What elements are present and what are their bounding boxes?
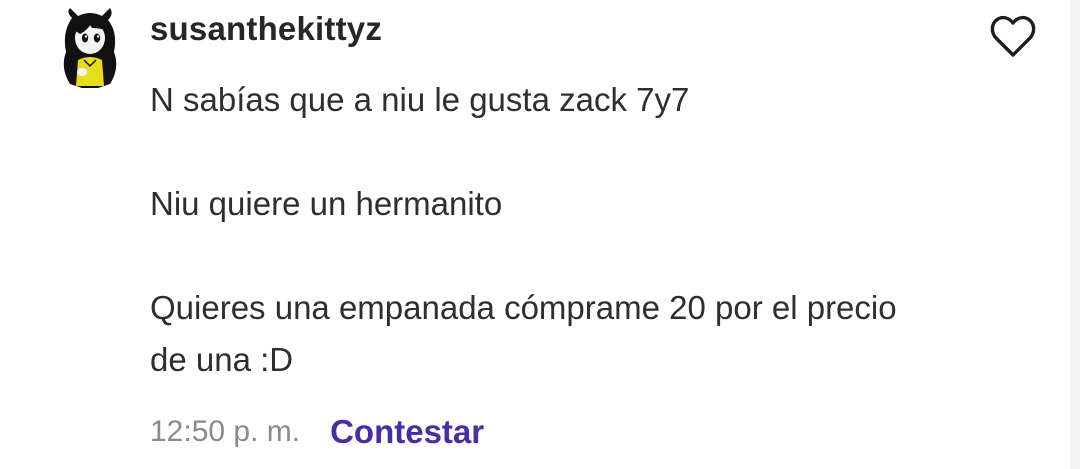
comment-meta: 12:50 p. m. Contestar <box>150 410 484 454</box>
reply-button[interactable]: Contestar <box>330 413 484 451</box>
heart-outline-icon <box>990 15 1036 57</box>
cartoon-cat-avatar-icon <box>63 8 117 88</box>
like-button[interactable] <box>988 14 1038 60</box>
username[interactable]: susanthekittyz <box>150 10 382 48</box>
comment-paragraph: Quieres una empanada cómprame 20 por el … <box>150 289 906 378</box>
timestamp: 12:50 p. m. <box>150 415 301 448</box>
avatar[interactable] <box>58 8 122 90</box>
scrollbar[interactable] <box>1070 0 1080 469</box>
comment-item: susanthekittyz N sabías que a niu le gus… <box>0 0 1080 469</box>
comment-paragraph: N sabías que a niu le gusta zack 7y7 <box>150 81 690 118</box>
comment-body: N sabías que a niu le gusta zack 7y7 Niu… <box>150 74 910 386</box>
comment-paragraph: Niu quiere un hermanito <box>150 185 503 222</box>
